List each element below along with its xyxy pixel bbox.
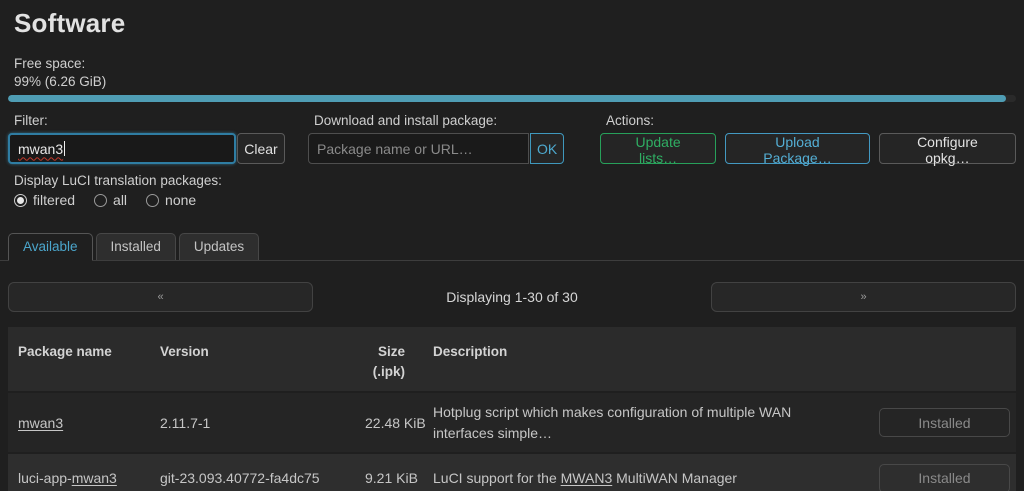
radio-option-none[interactable]: none — [146, 192, 196, 208]
configure-opkg-button[interactable]: Configure opkg… — [879, 133, 1016, 164]
radio-label-filtered: filtered — [33, 192, 75, 208]
radio-icon[interactable] — [94, 194, 107, 207]
clear-button[interactable]: Clear — [237, 133, 285, 164]
header-size-line1: Size — [365, 342, 405, 362]
page-title: Software — [0, 0, 1024, 39]
package-link[interactable]: mwan3 — [72, 470, 117, 486]
pagination-status: Displaying 1-30 of 30 — [313, 289, 711, 305]
radio-option-all[interactable]: all — [94, 192, 127, 208]
version-cell: git-23.093.40772-fa4dc75 — [160, 470, 365, 486]
radio-icon[interactable] — [146, 194, 159, 207]
text-caret — [64, 141, 65, 156]
header-size-line2: (.ipk) — [365, 362, 405, 382]
package-name-text: luci-app- — [18, 470, 72, 486]
header-package-name: Package name — [8, 342, 160, 362]
download-label: Download and install package: — [308, 113, 564, 128]
installed-button[interactable]: Installed — [879, 408, 1010, 437]
filter-section: Filter: mwan3 Clear — [8, 113, 285, 164]
download-section: Download and install package: OK — [308, 113, 564, 164]
free-space-label: Free space: — [8, 55, 1016, 73]
next-page-button[interactable]: » — [711, 282, 1016, 312]
filter-label: Filter: — [8, 113, 285, 128]
description-text: MultiWAN Manager — [612, 470, 737, 486]
header-size: Size (.ipk) — [365, 342, 405, 382]
table-row: mwan3 2.11.7-1 22.48 KiB Hotplug script … — [8, 393, 1016, 452]
installed-button[interactable]: Installed — [879, 464, 1010, 491]
radio-icon[interactable] — [14, 194, 27, 207]
version-cell: 2.11.7-1 — [160, 415, 365, 431]
actions-label: Actions: — [600, 113, 1016, 128]
tab-installed[interactable]: Installed — [96, 233, 176, 260]
tab-updates[interactable]: Updates — [179, 233, 259, 260]
upload-package-button[interactable]: Upload Package… — [725, 133, 870, 164]
tab-available[interactable]: Available — [8, 233, 93, 260]
package-link[interactable]: mwan3 — [18, 415, 63, 431]
filter-input-value: mwan3 — [18, 141, 63, 157]
translation-label: Display LuCI translation packages: — [8, 173, 1016, 188]
pagination-bar: « Displaying 1-30 of 30 » — [8, 282, 1016, 312]
free-space-value: 99% (6.26 GiB) — [8, 73, 1016, 91]
free-space-progressbar — [8, 95, 1016, 102]
header-description: Description — [405, 342, 861, 362]
download-input[interactable] — [308, 133, 529, 164]
free-space-progress-fill — [8, 95, 1006, 102]
package-name-cell: mwan3 — [8, 415, 160, 431]
radio-label-all: all — [113, 192, 127, 208]
controls-row: Filter: mwan3 Clear Download and install… — [8, 113, 1016, 164]
description-text: LuCI support for the — [433, 470, 561, 486]
radio-option-filtered[interactable]: filtered — [14, 192, 75, 208]
free-space-section: Free space: 99% (6.26 GiB) — [8, 55, 1016, 102]
description-cell: LuCI support for the MWAN3 MultiWAN Mana… — [405, 468, 861, 489]
action-cell: Installed — [861, 464, 1016, 491]
ok-button[interactable]: OK — [530, 133, 564, 164]
size-cell: 9.21 KiB — [365, 470, 405, 486]
filter-input[interactable]: mwan3 — [8, 133, 236, 164]
action-cell: Installed — [861, 408, 1016, 437]
tab-bar: Available Installed Updates — [0, 233, 1024, 261]
description-cell: Hotplug script which makes configuration… — [405, 402, 861, 444]
size-cell: 22.48 KiB — [365, 415, 405, 431]
table-row: luci-app-mwan3 git-23.093.40772-fa4dc75 … — [8, 454, 1016, 491]
radio-label-none: none — [165, 192, 196, 208]
header-version: Version — [160, 342, 365, 362]
actions-section: Actions: Update lists… Upload Package… C… — [600, 113, 1016, 164]
table-header-row: Package name Version Size (.ipk) Descrip… — [8, 327, 1016, 391]
package-table: Package name Version Size (.ipk) Descrip… — [8, 327, 1016, 491]
description-text: Hotplug script which makes configuration… — [433, 404, 791, 441]
update-lists-button[interactable]: Update lists… — [600, 133, 716, 164]
description-link[interactable]: MWAN3 — [561, 470, 613, 486]
prev-page-button[interactable]: « — [8, 282, 313, 312]
package-name-cell: luci-app-mwan3 — [8, 470, 160, 486]
software-page: Software Free space: 99% (6.26 GiB) Filt… — [0, 0, 1024, 491]
translation-section: Display LuCI translation packages: filte… — [8, 173, 1016, 208]
